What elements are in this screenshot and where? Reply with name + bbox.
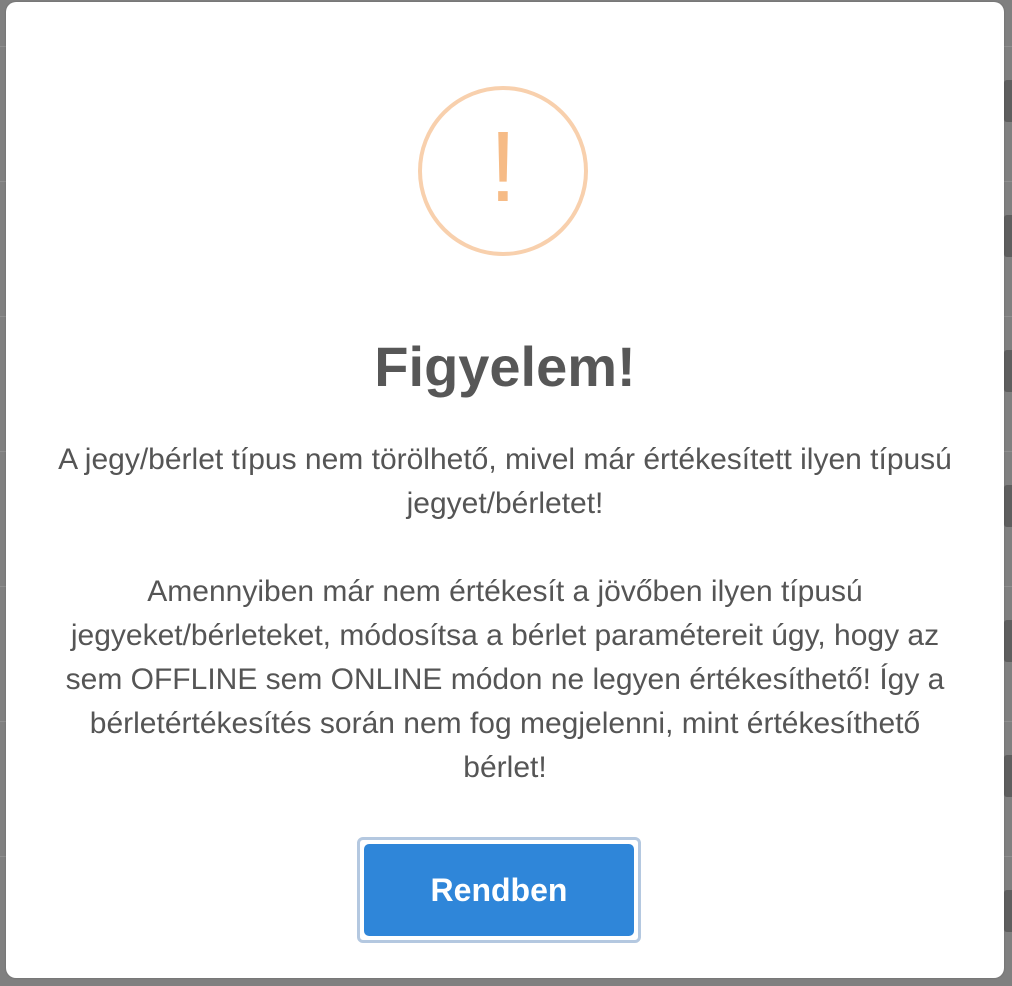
warning-exclamation-icon: ! (418, 86, 588, 256)
exclamation-mark: ! (489, 111, 517, 223)
background-row-button (1004, 215, 1012, 257)
dialog-message-paragraph-2: Amennyiben már nem értékesít a jövőben i… (65, 575, 945, 784)
background-row-button (1004, 755, 1012, 797)
background-row-button (1004, 80, 1012, 122)
warning-dialog: ! Figyelem! A jegy/bérlet típus nem törö… (6, 2, 1004, 978)
confirm-button[interactable]: Rendben (364, 844, 634, 936)
background-row-button (1004, 485, 1012, 527)
background-row-button (1004, 890, 1012, 932)
dialog-message: A jegy/bérlet típus nem törölhető, mivel… (56, 438, 954, 790)
background-row-button (1004, 620, 1012, 662)
dialog-message-paragraph-1: A jegy/bérlet típus nem törölhető, mivel… (58, 443, 952, 520)
dialog-title: Figyelem! (374, 335, 636, 398)
background-row-button (1004, 350, 1012, 392)
